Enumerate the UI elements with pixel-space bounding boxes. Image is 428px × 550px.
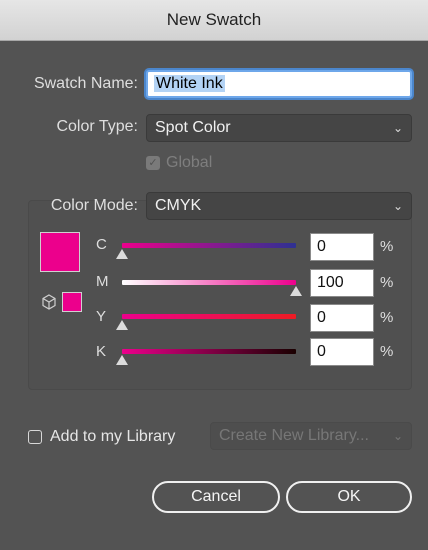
cyan-slider-thumb[interactable] <box>116 249 128 259</box>
new-swatch-dialog: New Swatch Swatch Name: White Ink Color … <box>0 0 428 550</box>
color-mode-value: CMYK <box>155 197 202 214</box>
magenta-label: M <box>96 273 109 290</box>
dialog-titlebar: New Swatch <box>0 0 428 41</box>
dialog-title: New Swatch <box>166 10 262 29</box>
cyan-percent-label: % <box>380 238 394 255</box>
black-value-input[interactable]: 0 <box>310 338 374 366</box>
color-type-select[interactable]: Spot Color ⌄ <box>146 114 412 142</box>
black-slider-thumb[interactable] <box>116 355 128 365</box>
magenta-slider-track[interactable] <box>122 280 296 285</box>
library-select-value: Create New Library... <box>219 427 369 444</box>
chevron-down-icon: ⌄ <box>392 199 403 213</box>
color-type-value: Spot Color <box>155 119 231 136</box>
library-select[interactable]: Create New Library... ⌄ <box>210 422 412 450</box>
ok-button[interactable]: OK <box>286 481 412 513</box>
cyan-value-input[interactable]: 0 <box>310 233 374 261</box>
cyan-label: C <box>96 236 107 253</box>
yellow-value-input[interactable]: 0 <box>310 304 374 332</box>
yellow-label: Y <box>96 308 107 325</box>
magenta-value-input[interactable]: 100 <box>310 269 374 297</box>
swatch-name-input[interactable]: White Ink <box>146 70 412 98</box>
swatch-name-value: White Ink <box>154 75 225 92</box>
yellow-slider-thumb[interactable] <box>116 320 128 330</box>
color-mode-select[interactable]: CMYK ⌄ <box>146 192 412 220</box>
color-type-label: Color Type: <box>56 118 138 135</box>
gamut-color-swatch[interactable] <box>62 292 82 312</box>
swatch-name-label: Swatch Name: <box>33 75 138 92</box>
global-checkbox[interactable]: ✓ Global <box>146 154 212 172</box>
color-mode-label-overlay: Color Mode: <box>50 197 138 214</box>
yellow-percent-label: % <box>380 309 394 326</box>
yellow-slider-track[interactable] <box>122 314 296 319</box>
chevron-down-icon: ⌄ <box>392 121 403 135</box>
cancel-button[interactable]: Cancel <box>152 481 280 513</box>
chevron-down-icon: ⌄ <box>392 429 403 443</box>
out-of-gamut-cube-icon[interactable] <box>41 294 57 310</box>
add-to-library-label: Add to my Library <box>50 428 176 445</box>
magenta-slider-thumb[interactable] <box>290 286 302 296</box>
cyan-slider-track[interactable] <box>122 243 296 248</box>
checkbox-icon <box>28 430 42 444</box>
magenta-percent-label: % <box>380 274 394 291</box>
global-label: Global <box>166 154 213 171</box>
color-preview-swatch <box>40 232 80 272</box>
checkmark-icon: ✓ <box>146 156 160 170</box>
add-to-library-checkbox[interactable]: Add to my Library <box>28 428 175 446</box>
black-label: K <box>96 343 107 360</box>
black-slider-track[interactable] <box>122 349 296 354</box>
black-percent-label: % <box>380 343 394 360</box>
